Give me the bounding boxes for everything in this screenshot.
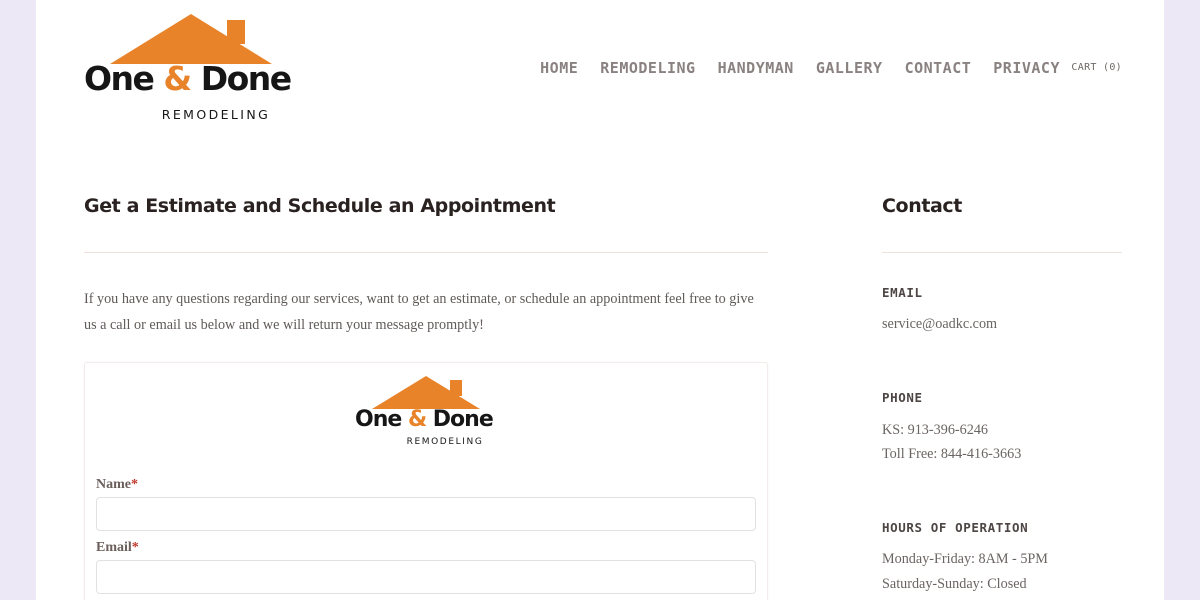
page: One & Done REMODELING HOME REMODELING HA… [36, 0, 1164, 600]
email-input[interactable] [96, 560, 756, 594]
hours-weekday: Monday-Friday: 8AM - 5PM [882, 551, 1048, 567]
name-field-label: Name* [96, 477, 138, 492]
form-logo: One & Done REMODELING [355, 375, 501, 449]
logo-subtitle: REMODELING [161, 107, 271, 122]
sidebar-title: Contact [882, 195, 962, 217]
intro-text: If you have any questions regarding our … [84, 291, 754, 333]
nav-item-remodeling[interactable]: REMODELING [600, 59, 695, 77]
main-nav: HOME REMODELING HANDYMAN GALLERY CONTACT… [540, 59, 1060, 77]
phone-tollfree-link[interactable]: Toll Free: 844-416-3663 [882, 446, 1021, 463]
hours-weekend: Saturday-Sunday: Closed [882, 576, 1027, 592]
nav-item-privacy[interactable]: PRIVACY [993, 59, 1060, 77]
form-logo-wordmark: One & Done [355, 407, 494, 432]
nav-item-handyman[interactable]: HANDYMAN [718, 59, 794, 77]
page-title: Get a Estimate and Schedule an Appointme… [84, 195, 556, 217]
nav-item-contact[interactable]: CONTACT [905, 59, 972, 77]
email-link[interactable]: service@oadkc.com [882, 316, 997, 333]
house-roof-icon [372, 376, 480, 409]
nav-item-home[interactable]: HOME [540, 59, 578, 77]
cart-link[interactable]: CART (0) [1071, 62, 1122, 73]
form-logo-subtitle: REMODELING [406, 437, 484, 447]
phone-ks-link[interactable]: KS: 913-396-6246 [882, 422, 988, 439]
sidebar-divider [882, 252, 1122, 253]
logo-wordmark: One & Done [84, 59, 292, 98]
phone-heading: PHONE [882, 390, 923, 405]
hours-heading: HOURS OF OPERATION [882, 520, 1029, 535]
nav-item-gallery[interactable]: GALLERY [816, 59, 883, 77]
site-logo[interactable]: One & Done REMODELING [84, 12, 304, 124]
contact-form: One & Done REMODELING Name* Email* [84, 362, 768, 600]
email-field-label: Email* [96, 540, 139, 555]
title-divider [84, 252, 768, 253]
name-input[interactable] [96, 497, 756, 531]
email-heading: EMAIL [882, 285, 923, 300]
